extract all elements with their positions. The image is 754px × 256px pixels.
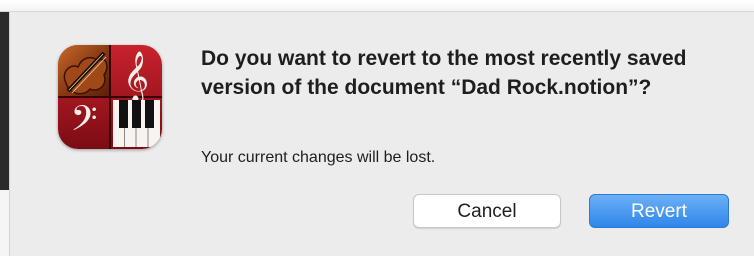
alert-informative-text: Your current changes will be lost. [201,149,436,166]
background-window-edge [0,12,10,256]
notion-app-icon: 𝄞 𝄢 [58,45,162,149]
window-top-edge [0,0,754,12]
svg-text:𝄢: 𝄢 [70,98,97,147]
svg-text:𝄞: 𝄞 [123,51,149,104]
revert-alert-dialog: 𝄞 𝄢 Do you want to revert to the most re… [0,0,754,256]
cancel-button[interactable]: Cancel [413,194,561,228]
alert-message: Do you want to revert to the most recent… [201,47,687,99]
revert-button[interactable]: Revert [589,194,729,228]
background-window-dark-strip [0,12,9,190]
